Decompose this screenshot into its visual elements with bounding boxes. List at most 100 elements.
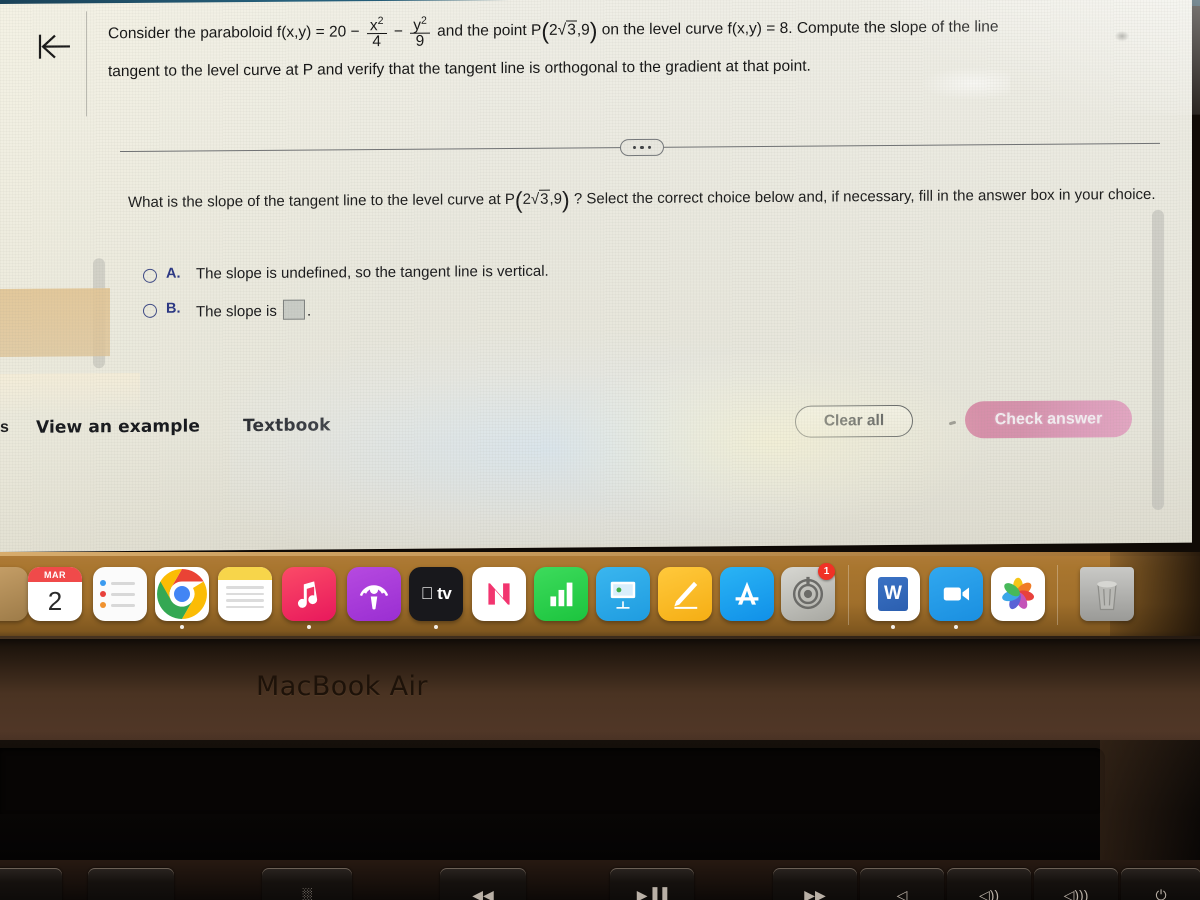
f8-playpause-key[interactable]: ▶▐▐ [610, 868, 694, 900]
trash-icon [1097, 580, 1117, 611]
radical-sign: √ [557, 21, 567, 39]
photo-of-macbook-screen: Consider the paraboloid f(x,y) = 20 − x2… [0, 0, 1200, 900]
textbook-link[interactable]: Textbook [243, 415, 331, 436]
back-to-start-icon[interactable] [33, 29, 75, 63]
dot-3 [647, 145, 652, 150]
dock-icon-notes[interactable] [218, 567, 272, 621]
screen-reflection-left [0, 372, 140, 416]
clear-all-button[interactable]: Clear all [795, 404, 913, 438]
choice-text-a: The slope is undefined, so the tangent l… [196, 262, 549, 283]
podcasts-icon [359, 585, 389, 610]
question-part3: box in your choice. [1030, 185, 1156, 204]
problem-text-part1: Consider the paraboloid f(x,y) = 20 − [108, 23, 360, 43]
dock-icon-numbers[interactable] [534, 567, 588, 621]
check-answer-button[interactable]: Check answer [965, 400, 1132, 439]
f6-key[interactable]: ░ [262, 868, 352, 900]
dock-icon-pages[interactable] [658, 567, 712, 621]
news-icon [488, 583, 510, 605]
more-options-ellipsis-button[interactable] [620, 138, 664, 157]
question-prompt: What is the slope of the tangent line to… [128, 182, 1173, 216]
dock-icon-zoom[interactable] [929, 567, 983, 621]
reminder-dot-blue [100, 580, 106, 586]
photos-pinwheel-icon [1002, 577, 1034, 610]
dock-icon-reminders[interactable] [93, 567, 147, 621]
minus-sign: − [393, 22, 403, 41]
running-indicator-zoom [954, 625, 958, 629]
dot-2 [640, 145, 644, 150]
volume-down-icon: ◁)) [978, 887, 1000, 900]
problem-text-part3: on the level curve f(x,y) = 8. Compute t… [601, 18, 999, 39]
view-an-example-link[interactable]: View an example [36, 416, 200, 437]
choice-text-b-before: The slope is [196, 302, 277, 321]
f12-volume-up-key[interactable]: ◁))) [1034, 868, 1118, 900]
running-indicator-word [891, 625, 895, 629]
dock-icon-microsoft-word[interactable]: W [866, 567, 920, 621]
video-camera-icon [943, 587, 970, 601]
dock-icon-trash[interactable] [1080, 567, 1134, 621]
choice-b[interactable]: B. The slope is . [143, 295, 843, 320]
left-scrollbar[interactable] [93, 258, 105, 369]
dock-icon-finder[interactable] [0, 567, 28, 621]
reminder-dot-orange [100, 602, 106, 608]
f9-fastforward-key[interactable]: ▶▶ [773, 868, 857, 900]
f11-volume-down-key[interactable]: ◁)) [947, 868, 1031, 900]
keyboard-function-row: ░ ◀◀ ▶▐▐ ▶▶ ◁ ◁)) ◁))) ⏻ [0, 862, 1200, 900]
rewind-icon: ◀◀ [472, 887, 494, 900]
radicand: 3 [566, 20, 577, 39]
question-part2: ? Select the correct choice below and, i… [573, 186, 1027, 208]
footer-prefix-text: s [0, 418, 9, 436]
reminder-row [100, 580, 135, 586]
reminder-bar [111, 603, 135, 607]
dock-icon-music[interactable] [282, 567, 336, 621]
f5-key[interactable] [88, 868, 174, 900]
power-icon: ⏻ [1155, 887, 1167, 900]
open-paren: ( [541, 17, 550, 44]
radical-sign: √ [530, 190, 540, 208]
dock-icon-calendar[interactable]: MAR 2 [28, 567, 82, 621]
y-coordinate: ,9 [549, 190, 563, 208]
dot-1 [632, 145, 637, 150]
point-coordinates: 2√3,9 [523, 189, 563, 208]
keyboard-deck-recess [0, 748, 1105, 814]
keynote-icon [610, 581, 636, 609]
running-indicator-apple-tv [434, 625, 438, 629]
dock-icon-podcasts[interactable] [347, 567, 401, 621]
volume-up-icon: ◁))) [1063, 887, 1089, 900]
dock-icons: MAR 2 tv 1 W [0, 563, 1200, 633]
f10-mute-key[interactable]: ◁ [860, 868, 944, 900]
word-letter: W [878, 577, 908, 611]
slope-answer-input[interactable] [283, 299, 306, 320]
dock-icon-keynote[interactable] [596, 567, 650, 621]
notes-header-bar [218, 567, 272, 580]
dock-icon-app-store[interactable] [720, 567, 774, 621]
power-key[interactable]: ⏻ [1121, 868, 1200, 900]
f4-key[interactable] [0, 868, 62, 900]
dock-separator-2 [1057, 565, 1058, 625]
exponent: 2 [377, 14, 384, 28]
apple-tv-label:  tv [421, 584, 452, 603]
calendar-month-label: MAR [28, 567, 82, 582]
right-scrollbar[interactable] [1152, 209, 1164, 510]
laptop-body-top-edge [0, 636, 1200, 639]
choice-letter-b: B. [166, 300, 181, 317]
chrome-icon [157, 569, 207, 619]
dock-icon-apple-tv[interactable]:  tv [409, 567, 463, 621]
fraction-numerator: x [369, 17, 378, 35]
reminder-row [100, 602, 135, 608]
fraction-x-squared-over-4: x2 4 [366, 14, 387, 51]
dock-icon-photos[interactable] [991, 567, 1045, 621]
radio-button-b[interactable] [143, 303, 157, 318]
dock-icon-news[interactable] [472, 567, 526, 621]
music-note-icon [297, 581, 318, 608]
screen-glare-yellow [560, 351, 980, 530]
f7-rewind-key[interactable]: ◀◀ [440, 868, 526, 900]
choice-text-b: The slope is . [196, 299, 311, 321]
question-part1: What is the slope of the tangent line to… [128, 190, 515, 211]
browser-content-page: Consider the paraboloid f(x,y) = 20 − x2… [0, 0, 1200, 552]
fraction-y-squared-over-9: y2 9 [410, 14, 430, 50]
footer-links: s View an example Textbook [0, 410, 520, 448]
choice-a[interactable]: A. The slope is undefined, so the tangen… [143, 260, 843, 283]
dock-icon-chrome[interactable] [155, 567, 209, 621]
dock-separator-1 [848, 565, 849, 625]
radio-button-a[interactable] [143, 268, 157, 283]
